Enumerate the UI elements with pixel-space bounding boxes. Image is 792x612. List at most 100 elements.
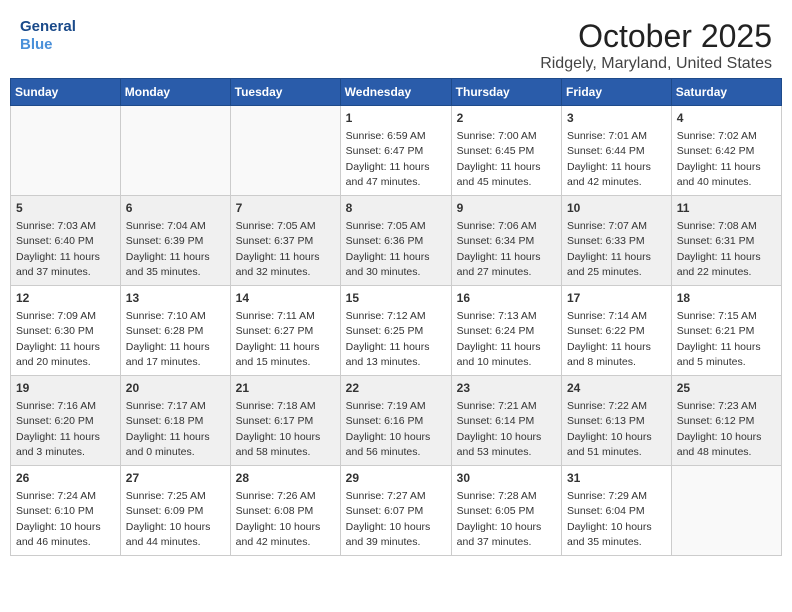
day-number: 18 [677,290,776,307]
dow-header: Monday [120,79,230,106]
day-info: Sunrise: 7:02 AM Sunset: 6:42 PM Dayligh… [677,130,761,188]
day-number: 11 [677,200,776,217]
day-info: Sunrise: 7:16 AM Sunset: 6:20 PM Dayligh… [16,400,100,458]
calendar-day-cell [120,106,230,196]
page-header: General Blue General Blue October 2025 R… [10,10,782,78]
day-info: Sunrise: 7:12 AM Sunset: 6:25 PM Dayligh… [346,310,430,368]
calendar-day-cell: 6Sunrise: 7:04 AM Sunset: 6:39 PM Daylig… [120,196,230,286]
calendar-day-cell: 7 Sunrise: 7:05 AM Sunset: 6:37 PM Daylig… [230,196,340,286]
day-info: Sunrise: 7:24 AM Sunset: 6:10 PM Dayligh… [16,490,101,548]
day-info: Sunrise: 7:01 AM Sunset: 6:44 PM Dayligh… [567,130,651,188]
day-info: Sunrise: 7:08 AM Sunset: 6:31 PM Dayligh… [677,220,761,278]
calendar-week-row: 1 Sunrise: 6:59 AM Sunset: 6:47 PM Daylig… [11,106,782,196]
day-number: 21 [236,380,335,397]
dow-header: Sunday [11,79,121,106]
calendar-day-cell: 11 Sunrise: 7:08 AM Sunset: 6:31 PM Dayli… [671,196,781,286]
calendar-day-cell: 17Sunrise: 7:14 AM Sunset: 6:22 PM Dayli… [562,286,672,376]
dow-header: Thursday [451,79,561,106]
day-number: 23 [457,380,556,397]
day-number: 3 [567,110,666,127]
day-info: Sunrise: 7:27 AM Sunset: 6:07 PM Dayligh… [346,490,431,548]
day-info: Sunrise: 7:05 AM Sunset: 6:37 PM Dayligh… [236,220,320,278]
day-info: Sunrise: 7:19 AM Sunset: 6:16 PM Dayligh… [346,400,431,458]
day-info: Sunrise: 7:29 AM Sunset: 6:04 PM Dayligh… [567,490,652,548]
day-info: Sunrise: 7:13 AM Sunset: 6:24 PM Dayligh… [457,310,541,368]
title-block: October 2025 Ridgely, Maryland, United S… [540,18,772,73]
day-info: Sunrise: 7:03 AM Sunset: 6:40 PM Dayligh… [16,220,100,278]
day-number: 2 [457,110,556,127]
day-info: Sunrise: 7:17 AM Sunset: 6:18 PM Dayligh… [126,400,210,458]
dow-header: Friday [562,79,672,106]
logo-text-blue: Blue [20,36,76,54]
day-number: 4 [677,110,776,127]
day-number: 28 [236,470,335,487]
calendar-day-cell: 4 Sunrise: 7:02 AM Sunset: 6:42 PM Daylig… [671,106,781,196]
calendar-day-cell: 24Sunrise: 7:22 AM Sunset: 6:13 PM Dayli… [562,376,672,466]
day-info: Sunrise: 7:25 AM Sunset: 6:09 PM Dayligh… [126,490,211,548]
calendar-day-cell [230,106,340,196]
calendar-day-cell: 2 Sunrise: 7:00 AM Sunset: 6:45 PM Daylig… [451,106,561,196]
day-number: 30 [457,470,556,487]
day-number: 17 [567,290,666,307]
day-info: Sunrise: 7:07 AM Sunset: 6:33 PM Dayligh… [567,220,651,278]
day-number: 20 [126,380,225,397]
calendar-day-cell: 16 Sunrise: 7:13 AM Sunset: 6:24 PM Dayli… [451,286,561,376]
day-number: 19 [16,380,115,397]
calendar-day-cell: 14Sunrise: 7:11 AM Sunset: 6:27 PM Dayli… [230,286,340,376]
day-number: 27 [126,470,225,487]
calendar-day-cell: 3 Sunrise: 7:01 AM Sunset: 6:44 PM Daylig… [562,106,672,196]
calendar-day-cell: 23 Sunrise: 7:21 AM Sunset: 6:14 PM Dayli… [451,376,561,466]
calendar-day-cell: 31 Sunrise: 7:29 AM Sunset: 6:04 PM Dayli… [562,466,672,556]
calendar-day-cell: 20 Sunrise: 7:17 AM Sunset: 6:18 PM Dayli… [120,376,230,466]
calendar-day-cell: 18 Sunrise: 7:15 AM Sunset: 6:21 PM Dayli… [671,286,781,376]
day-number: 12 [16,290,115,307]
calendar-day-cell: 10 Sunrise: 7:07 AM Sunset: 6:33 PM Dayli… [562,196,672,286]
calendar-day-cell: 28Sunrise: 7:26 AM Sunset: 6:08 PM Dayli… [230,466,340,556]
calendar-day-cell: 12 Sunrise: 7:09 AM Sunset: 6:30 PM Dayli… [11,286,121,376]
day-info: Sunrise: 7:18 AM Sunset: 6:17 PM Dayligh… [236,400,321,458]
month-title: October 2025 [540,18,772,55]
calendar-day-cell: 15Sunrise: 7:12 AM Sunset: 6:25 PM Dayli… [340,286,451,376]
day-number: 13 [126,290,225,307]
day-info: Sunrise: 7:00 AM Sunset: 6:45 PM Dayligh… [457,130,541,188]
day-info: Sunrise: 7:09 AM Sunset: 6:30 PM Dayligh… [16,310,100,368]
calendar-table: SundayMondayTuesdayWednesdayThursdayFrid… [10,78,782,556]
day-number: 16 [457,290,556,307]
day-number: 1 [346,110,446,127]
calendar-day-cell: 30 Sunrise: 7:28 AM Sunset: 6:05 PM Dayli… [451,466,561,556]
day-info: Sunrise: 7:10 AM Sunset: 6:28 PM Dayligh… [126,310,210,368]
day-info: Sunrise: 7:22 AM Sunset: 6:13 PM Dayligh… [567,400,652,458]
day-info: Sunrise: 7:11 AM Sunset: 6:27 PM Dayligh… [236,310,320,368]
day-info: Sunrise: 7:23 AM Sunset: 6:12 PM Dayligh… [677,400,762,458]
calendar-week-row: 12 Sunrise: 7:09 AM Sunset: 6:30 PM Dayli… [11,286,782,376]
day-number: 10 [567,200,666,217]
day-number: 9 [457,200,556,217]
day-info: Sunrise: 6:59 AM Sunset: 6:47 PM Dayligh… [346,130,430,188]
calendar-day-cell: 26 Sunrise: 7:24 AM Sunset: 6:10 PM Dayli… [11,466,121,556]
day-number: 5 [16,200,115,217]
day-number: 26 [16,470,115,487]
logo-text-general: General [20,18,76,36]
day-info: Sunrise: 7:21 AM Sunset: 6:14 PM Dayligh… [457,400,542,458]
calendar-day-cell: 1 Sunrise: 6:59 AM Sunset: 6:47 PM Daylig… [340,106,451,196]
calendar-day-cell: 21 Sunrise: 7:18 AM Sunset: 6:17 PM Dayli… [230,376,340,466]
day-info: Sunrise: 7:05 AM Sunset: 6:36 PM Dayligh… [346,220,430,278]
calendar-day-cell: 5 Sunrise: 7:03 AM Sunset: 6:40 PM Daylig… [11,196,121,286]
day-number: 29 [346,470,446,487]
calendar-day-cell [671,466,781,556]
calendar-day-cell: 19 Sunrise: 7:16 AM Sunset: 6:20 PM Dayli… [11,376,121,466]
dow-header: Wednesday [340,79,451,106]
calendar-day-cell: 25 Sunrise: 7:23 AM Sunset: 6:12 PM Dayli… [671,376,781,466]
dow-header: Saturday [671,79,781,106]
day-info: Sunrise: 7:15 AM Sunset: 6:21 PM Dayligh… [677,310,761,368]
calendar-day-cell: 13 Sunrise: 7:10 AM Sunset: 6:28 PM Dayli… [120,286,230,376]
day-info: Sunrise: 7:06 AM Sunset: 6:34 PM Dayligh… [457,220,541,278]
calendar-day-cell [11,106,121,196]
day-number: 7 [236,200,335,217]
calendar-day-cell: 9 Sunrise: 7:06 AM Sunset: 6:34 PM Daylig… [451,196,561,286]
day-number: 6 [126,200,225,217]
day-info: Sunrise: 7:28 AM Sunset: 6:05 PM Dayligh… [457,490,542,548]
day-number: 31 [567,470,666,487]
day-number: 8 [346,200,446,217]
day-number: 25 [677,380,776,397]
